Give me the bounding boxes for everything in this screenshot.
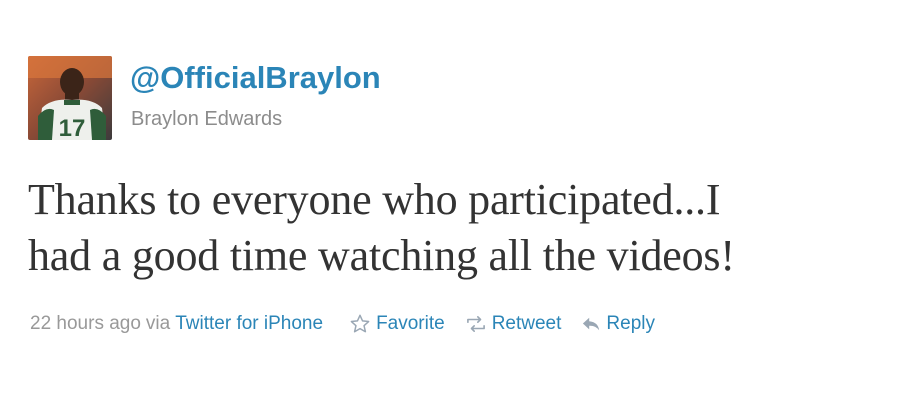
timestamp[interactable]: 22 hours ago — [30, 311, 141, 337]
retweet-label: Retweet — [491, 313, 562, 334]
tweet-text-line: Thanks to everyone who participated...I — [28, 175, 721, 224]
svg-text:17: 17 — [59, 115, 86, 140]
star-icon — [350, 314, 370, 333]
profile-photo: 17 — [28, 56, 112, 140]
author-screen-name[interactable]: @OfficialBraylon — [130, 58, 381, 98]
favorite-label: Favorite — [376, 313, 445, 334]
avatar[interactable]: 17 — [28, 56, 112, 140]
retweet-button[interactable]: Retweet — [465, 311, 562, 337]
author-full-name: Braylon Edwards — [131, 108, 283, 130]
source-link[interactable]: Twitter for iPhone — [175, 311, 323, 337]
retweet-icon — [466, 315, 485, 333]
via-label: via — [145, 313, 171, 334]
favorite-button[interactable]: Favorite — [349, 311, 445, 337]
tweet-text: Thanks to everyone who participated...I … — [28, 172, 898, 284]
tweet-meta: 22 hours ago via Twitter for iPhone Favo… — [30, 311, 675, 337]
reply-button[interactable]: Reply — [581, 311, 655, 337]
reply-label: Reply — [606, 313, 655, 334]
tweet-text-line: had a good time watching all the videos! — [28, 231, 735, 280]
reply-icon — [583, 317, 600, 331]
tweet-card: 17 @OfficialBraylon Braylon Edwards Than… — [0, 0, 900, 410]
